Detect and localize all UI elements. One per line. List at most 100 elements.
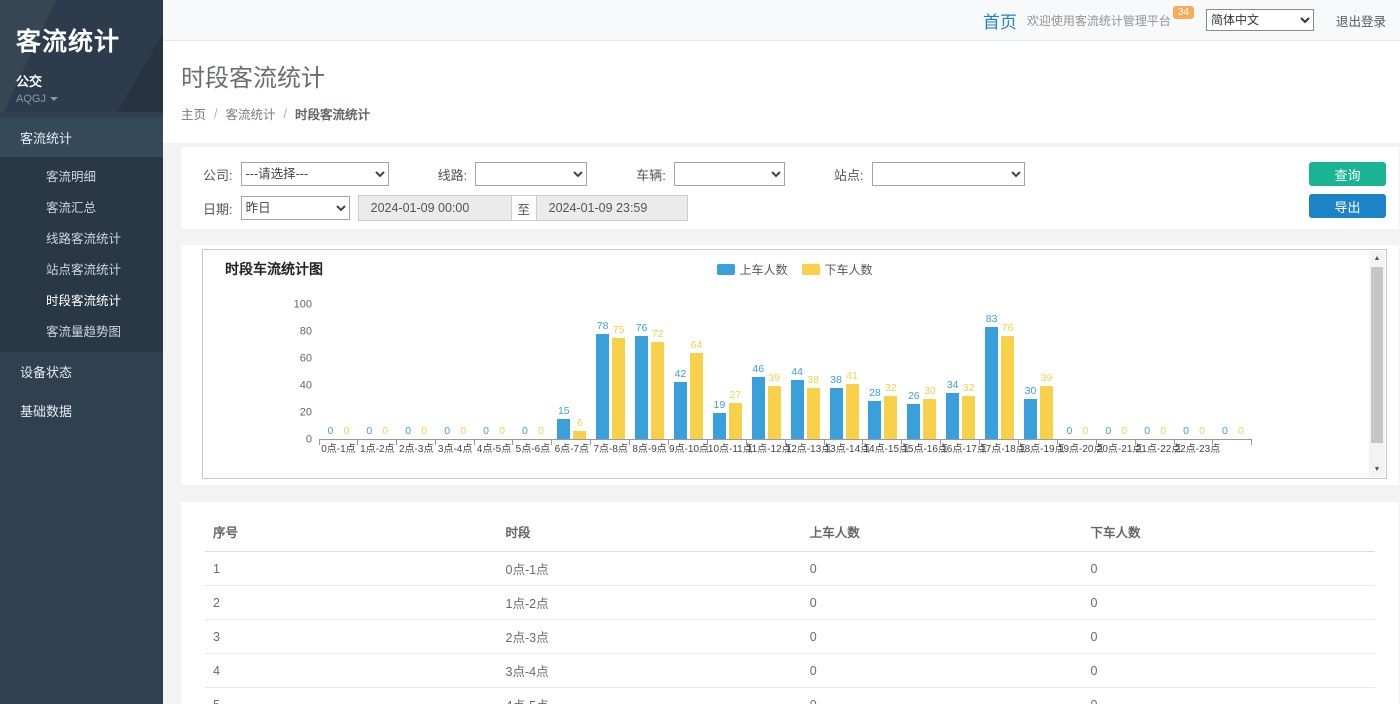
bar-value-label: 0 [1066, 426, 1072, 437]
chart-legend: 上车人数 下车人数 [716, 261, 872, 278]
bar-value-label: 26 [908, 391, 920, 402]
chart-category: 003点-4点 [436, 305, 475, 455]
bar-rect [690, 353, 703, 439]
bar-pair: 4438 [786, 305, 825, 440]
bar-boarding: 0 [402, 426, 415, 439]
filter-panel: 公司: ---请选择--- 线路: 车辆: [181, 147, 1399, 229]
language-select[interactable]: 简体中文 [1206, 9, 1314, 31]
logout-link[interactable]: 退出登录 [1336, 11, 1386, 30]
x-axis-label: 21点-22点 [1136, 444, 1175, 455]
breadcrumb: 主页 / 客流统计 / 时段客流统计 [181, 104, 1382, 123]
page-title: 时段客流统计 [181, 58, 1382, 93]
table-row: 21点-2点00 [205, 586, 1375, 620]
export-button[interactable]: 导出 [1309, 194, 1386, 218]
end-datetime-input[interactable]: 2024-01-09 23:59 [537, 195, 688, 221]
legend-item-boarding[interactable]: 上车人数 [716, 261, 787, 278]
table-cell: 0 [802, 688, 1083, 704]
x-axis-label: 15点-16点 [902, 444, 941, 455]
sidebar-subitem[interactable]: 线路客流统计 [0, 222, 163, 253]
legend-item-alighting[interactable]: 下车人数 [802, 261, 873, 278]
sidebar-subitem[interactable]: 客流明细 [0, 160, 163, 191]
bar-rect [1001, 336, 1014, 439]
vehicle-select[interactable] [674, 162, 785, 186]
bar-alighting: 6 [573, 418, 586, 439]
bar-pair: 4264 [669, 305, 708, 440]
breadcrumb-home[interactable]: 主页 [181, 104, 206, 123]
sidebar-subitem[interactable]: 站点客流统计 [0, 253, 163, 284]
bar-boarding: 28 [868, 388, 881, 439]
bar-alighting: 0 [1157, 426, 1170, 439]
station-select[interactable] [872, 162, 1025, 186]
bar-rect [651, 342, 664, 439]
table-cell: 0 [1082, 620, 1375, 654]
bar-rect [985, 327, 998, 439]
breadcrumb-separator: / [214, 107, 217, 121]
bar-boarding: 0 [1180, 426, 1193, 439]
bar-value-label: 41 [846, 371, 858, 382]
user-dropdown[interactable]: AQGJ [16, 93, 147, 105]
breadcrumb-section[interactable]: 客流统计 [226, 104, 276, 123]
bar-value-label: 0 [1082, 426, 1088, 437]
scroll-up-arrow[interactable]: ▲ [1369, 251, 1385, 266]
sidebar-item-1[interactable]: 客流统计 [0, 118, 163, 157]
bar-rect [612, 338, 625, 439]
bar-pair: 7672 [630, 305, 669, 440]
bar-pair: 00 [397, 305, 436, 440]
bar-value-label: 32 [963, 383, 975, 394]
bar-pair: 2630 [902, 305, 941, 440]
bar-alighting: 41 [846, 371, 859, 439]
chart-category: 343216点-17点 [941, 305, 980, 455]
query-button[interactable]: 查询 [1309, 162, 1386, 186]
chart-category: 0020点-21点 [1097, 305, 1136, 455]
sidebar-subitem[interactable]: 时段客流统计 [0, 284, 163, 315]
home-link[interactable]: 首页 [983, 8, 1017, 33]
table-cell: 1点-2点 [498, 586, 802, 620]
bar-value-label: 46 [752, 364, 764, 375]
bar-boarding: 0 [324, 426, 337, 439]
y-axis-tick: 0 [306, 435, 312, 446]
bar-alighting: 38 [807, 375, 820, 439]
bar-alighting: 0 [1196, 426, 1209, 439]
x-axis-label: 4点-5点 [475, 444, 514, 455]
bar-pair: 2832 [863, 305, 902, 440]
bar-pair: 3039 [1019, 305, 1058, 440]
chart-category: 303918点-19点 [1019, 305, 1058, 455]
date-label: 日期: [203, 199, 233, 218]
x-axis-label: 10点-11点 [708, 444, 747, 455]
bar-value-label: 0 [483, 426, 489, 437]
bar-boarding: 0 [518, 426, 531, 439]
chart-category: 76728点-9点 [630, 305, 669, 455]
line-select[interactable] [475, 162, 587, 186]
chart-box: 时段车流统计图 上车人数 下车人数 020406080100 00 [202, 249, 1387, 479]
bar-value-label: 0 [1199, 426, 1205, 437]
bar-value-label: 39 [1041, 373, 1053, 384]
table-row: 10点-1点00 [205, 552, 1375, 586]
sidebar-item-3[interactable]: 基础数据 [0, 391, 163, 430]
start-datetime-input[interactable]: 2024-01-09 00:00 [358, 195, 511, 221]
sidebar-subitem[interactable]: 客流汇总 [0, 191, 163, 222]
filter-row-2: 日期: 昨日 2024-01-09 00:00 至 2024-01-09 23:… [203, 195, 1386, 221]
bar-rect [1024, 399, 1037, 440]
x-axis-label: 14点-15点 [863, 444, 902, 455]
scrollbar-thumb[interactable] [1371, 267, 1383, 443]
bar-pair: 00 [1175, 305, 1214, 440]
chevron-down-icon [50, 97, 58, 101]
station-label: 站点: [834, 165, 864, 184]
brand-title: 客流统计 [16, 22, 147, 58]
table-cell: 0点-1点 [498, 552, 802, 586]
bar-value-label: 64 [691, 340, 703, 351]
sidebar-item-2[interactable]: 设备状态 [0, 352, 163, 391]
sidebar-subitem[interactable]: 客流量趋势图 [0, 315, 163, 346]
date-preset-select[interactable]: 昨日 [241, 196, 350, 220]
bar-value-label: 34 [947, 380, 959, 391]
chart-scrollbar[interactable]: ▲ ▼ [1369, 251, 1385, 477]
notification-badge[interactable]: 34 [1173, 6, 1194, 19]
legend-swatch-yellow [802, 264, 820, 275]
chart-category: 00 22点-23点 [1175, 305, 1214, 455]
chart-category: 1566点-7点 [552, 305, 591, 455]
bar-rect [846, 384, 859, 439]
scroll-down-arrow[interactable]: ▼ [1369, 462, 1385, 477]
company-select[interactable]: ---请选择--- [241, 162, 389, 186]
x-axis-label: 22点-23点 [1175, 444, 1214, 455]
table-cell: 5 [205, 688, 498, 704]
